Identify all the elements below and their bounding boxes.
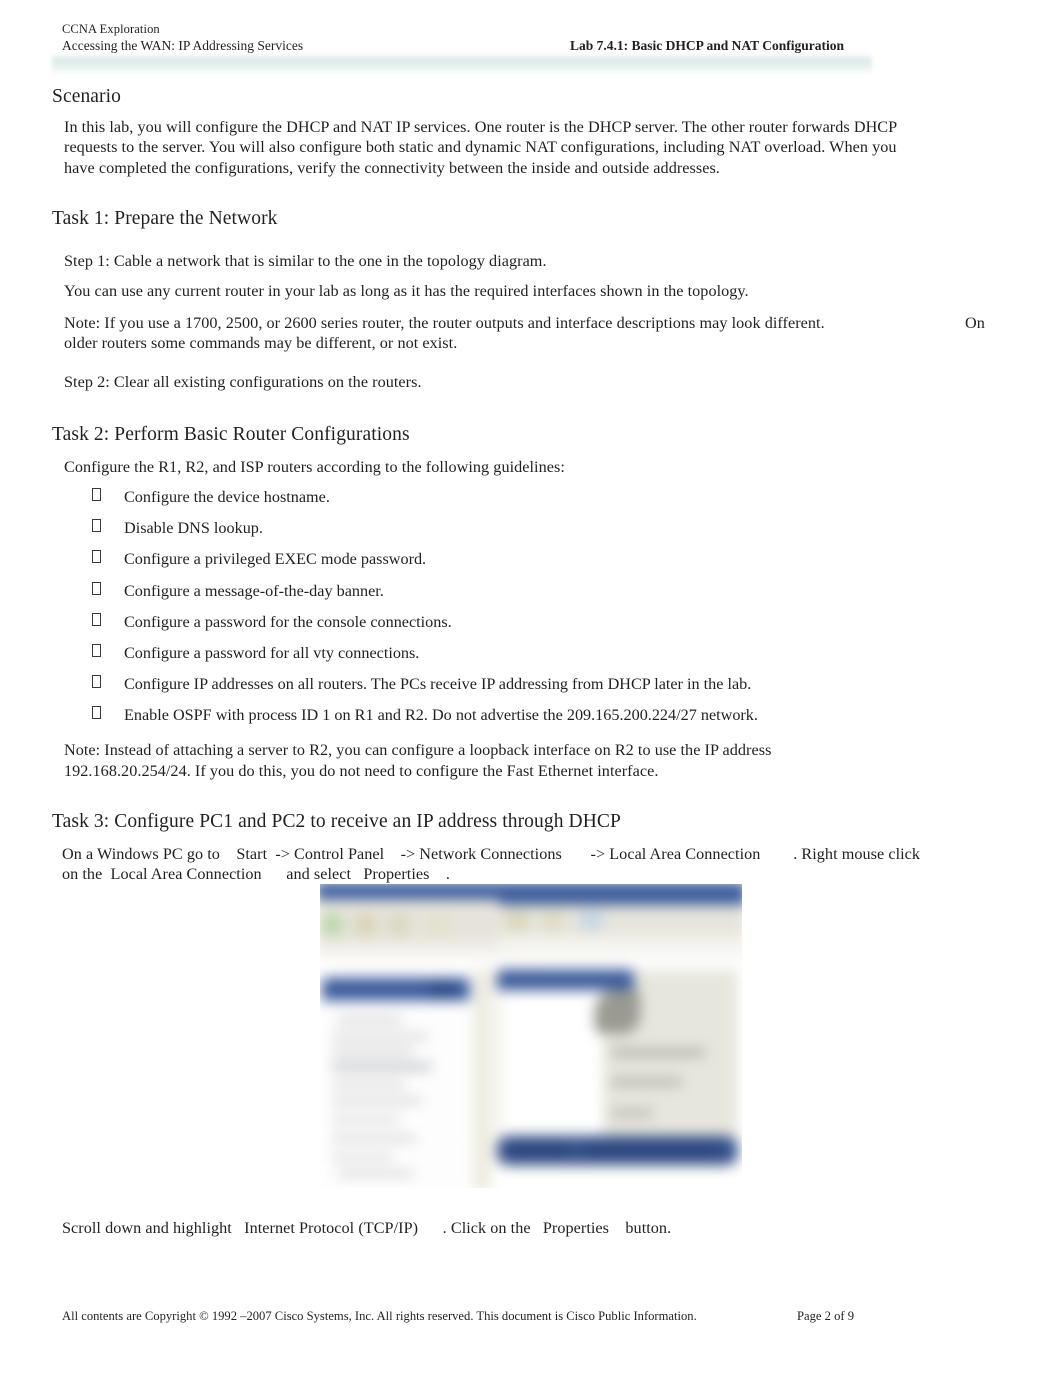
list-item-label: Configure a password for the console con… xyxy=(124,612,452,631)
task1-step1-body: You can use any current router in your l… xyxy=(64,282,749,300)
task1-note-line1: Note: If you use a 1700, 2500, or 2600 s… xyxy=(64,314,825,332)
dialog-text-line xyxy=(332,1154,393,1160)
task2-intro: Configure the R1, R2, and ISP routers ac… xyxy=(64,458,565,476)
list-item: Configure a privileged EXEC mode passwor… xyxy=(62,549,962,580)
list-item-label: Configure IP addresses on all routers. T… xyxy=(124,675,752,694)
header-subtitle: Accessing the WAN: IP Addressing Service… xyxy=(62,38,304,53)
dialog-text-line xyxy=(338,1017,401,1023)
dialog-text-line xyxy=(332,1117,399,1123)
dialog-list-panel xyxy=(500,990,603,1147)
dialog-text-line xyxy=(332,1098,422,1104)
cancel-button xyxy=(579,1141,722,1159)
list-item-label: Configure a privileged EXEC mode passwor… xyxy=(124,550,427,569)
window-secondary-toolbar xyxy=(498,904,742,937)
list-item-label: Configure a message-of-the-day banner. xyxy=(124,581,384,600)
toolbar-forward-icon xyxy=(355,915,377,935)
toolbar-back-icon xyxy=(321,915,343,935)
toolbar-folders-icon xyxy=(388,915,410,935)
bullet-box-icon xyxy=(92,706,101,720)
task1-step2: Step 2: Clear all existing configuration… xyxy=(64,373,422,391)
header-course: CCNA Exploration xyxy=(62,22,160,36)
window-divider xyxy=(473,969,491,1188)
task2-bullet-list: Configure the device hostname. Disable D… xyxy=(62,487,962,737)
menu-item xyxy=(611,1108,653,1118)
list-item-label: Enable OSPF with process ID 1 on R1 and … xyxy=(124,706,758,725)
list-item: Enable OSPF with process ID 1 on R1 and … xyxy=(62,705,962,736)
window-titlebar xyxy=(320,884,528,900)
task3-caption: Scroll down and highlight Internet Proto… xyxy=(62,1219,672,1237)
list-item: Configure the device hostname. xyxy=(62,487,962,518)
toolbar-icon xyxy=(542,911,564,929)
list-item: Disable DNS lookup. xyxy=(62,518,962,549)
dialog-text-line xyxy=(332,1135,416,1142)
address-bar xyxy=(320,943,528,958)
toolbar-views-icon xyxy=(428,915,449,935)
task2-heading: Task 2: Perform Basic Router Configurati… xyxy=(52,424,410,445)
close-icon xyxy=(428,981,458,998)
list-item-label: Disable DNS lookup. xyxy=(124,519,263,538)
header-lab-title: Lab 7.4.1: Basic DHCP and NAT Configurat… xyxy=(570,38,845,53)
window-secondary-address-bar xyxy=(498,936,742,953)
scenario-heading: Scenario xyxy=(52,86,122,107)
task1-heading: Task 1: Prepare the Network xyxy=(52,208,278,229)
menu-item xyxy=(611,1077,682,1086)
task2-note-line1: Note: Instead of attaching a server to R… xyxy=(64,741,772,759)
toolbar-icon xyxy=(507,911,528,929)
list-item: Configure a password for the console con… xyxy=(62,612,962,643)
toolbar-icon xyxy=(579,911,603,929)
document-page: CCNA Exploration Accessing the WAN: IP A… xyxy=(0,0,1062,1376)
list-item: Configure IP addresses on all routers. T… xyxy=(62,674,962,705)
bullet-box-icon xyxy=(92,488,101,501)
running-header: CCNA Exploration Accessing the WAN: IP A… xyxy=(62,22,1002,54)
task1-note-line2: older routers some commands may be diffe… xyxy=(64,334,458,352)
list-item-label: Configure the device hostname. xyxy=(124,488,330,506)
footer-page-number: Page 2 of 9 xyxy=(797,1309,855,1323)
header-titles: Accessing the WAN: IP Addressing Service… xyxy=(62,37,1002,54)
window-toolbar xyxy=(320,908,528,944)
window-secondary-titlebar xyxy=(498,884,742,905)
dialog-context-titlebar xyxy=(496,969,634,991)
task3-instruction-line2: on the Local Area Connection and select … xyxy=(62,865,450,883)
task3-instruction-line1: On a Windows PC go to Start -> Control P… xyxy=(62,845,921,863)
bullet-box-icon xyxy=(92,643,101,657)
menu-item xyxy=(611,1048,705,1057)
bullet-box-icon xyxy=(92,612,101,626)
task1-note-overflow: On xyxy=(965,314,985,332)
list-item-label: Configure a password for all vty connect… xyxy=(124,643,420,662)
bullet-box-icon xyxy=(92,550,101,564)
embedded-screenshot xyxy=(320,884,742,1188)
task3-heading: Task 3: Configure PC1 and PC2 to receive… xyxy=(52,811,621,832)
task2-note-line2: 192.168.20.254/24. If you do this, you d… xyxy=(64,762,659,780)
dialog-text-line xyxy=(332,1048,414,1054)
screenshot-content xyxy=(320,884,742,1188)
dialog-text-line xyxy=(338,1171,414,1177)
window-menubar xyxy=(320,899,528,909)
task1-step1: Step 1: Cable a network that is similar … xyxy=(64,252,547,270)
bullet-box-icon xyxy=(92,675,101,689)
header-divider-band xyxy=(52,54,872,76)
list-item: Configure a message-of-the-day banner. xyxy=(62,581,962,612)
list-item: Configure a password for all vty connect… xyxy=(62,643,962,674)
scenario-body: In this lab, you will configure the DHCP… xyxy=(64,118,897,177)
dialog-text-line xyxy=(332,1033,429,1040)
footer-copyright: All contents are Copyright © 1992 –2007 … xyxy=(62,1309,697,1323)
dialog-text-line xyxy=(332,1081,406,1087)
dialog-selected-row xyxy=(332,1063,432,1071)
ok-button xyxy=(507,1141,572,1159)
cursor-icon xyxy=(594,990,641,1034)
bullet-box-icon xyxy=(92,581,101,595)
bullet-box-icon xyxy=(92,519,101,533)
